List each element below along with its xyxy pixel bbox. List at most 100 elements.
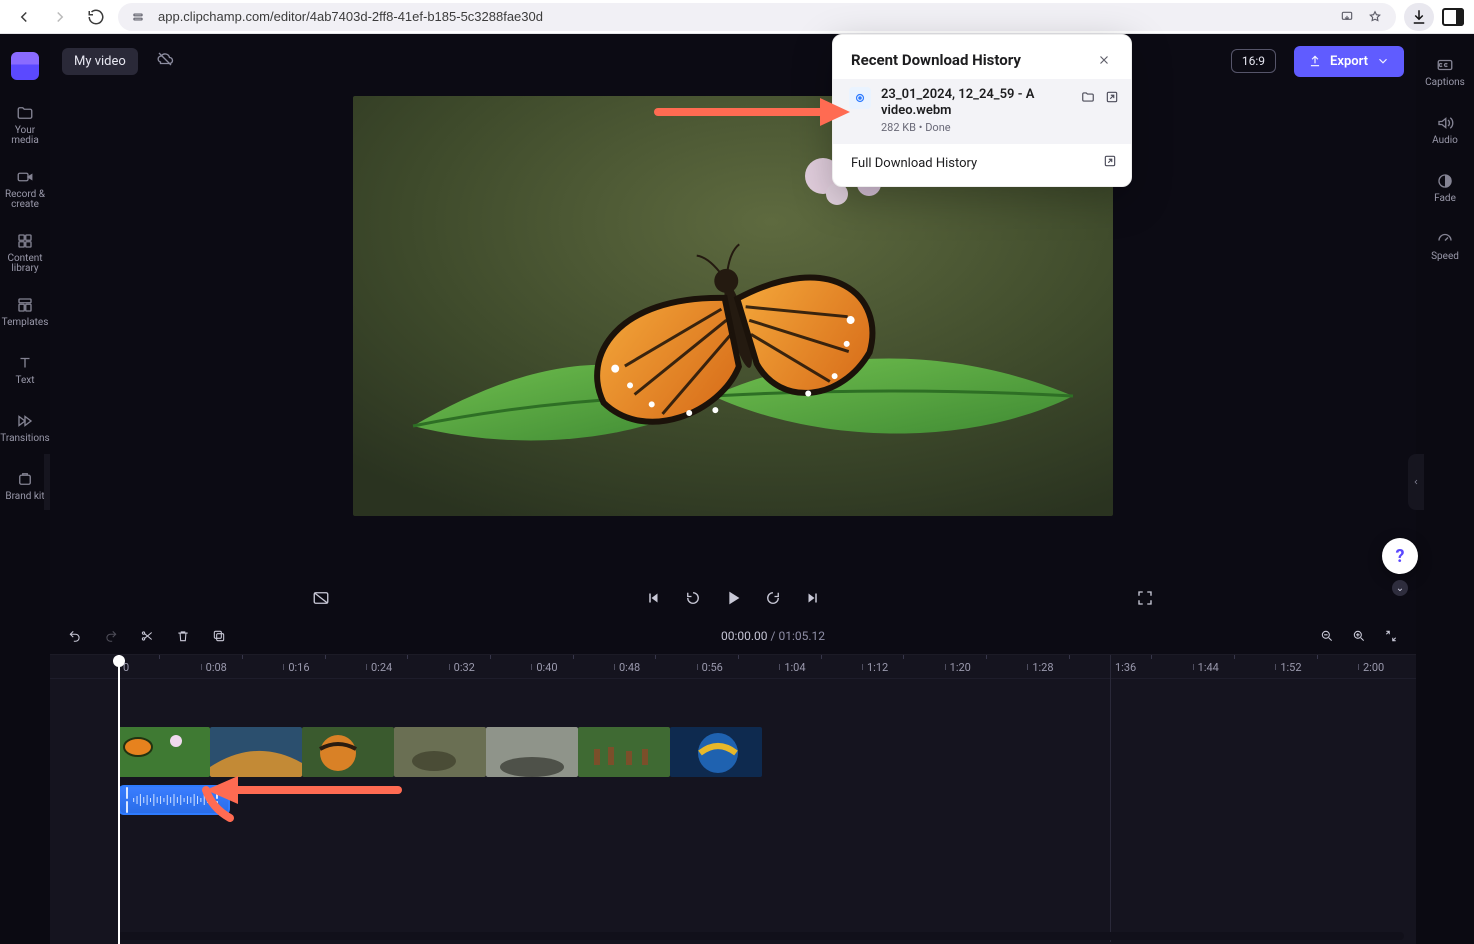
- audio-clip[interactable]: [118, 785, 230, 815]
- clip-thumbnail[interactable]: [394, 727, 486, 777]
- video-track[interactable]: [118, 727, 1416, 777]
- video-title[interactable]: My video: [62, 48, 138, 75]
- side-panel-toggle[interactable]: [1442, 8, 1464, 26]
- sidebar-item-captions[interactable]: Captions: [1416, 52, 1474, 96]
- ruler-tick: 1:44: [1193, 655, 1219, 679]
- play-button[interactable]: [722, 587, 744, 609]
- playhead[interactable]: [118, 655, 120, 944]
- ruler-tick: 1:12: [862, 655, 888, 679]
- fit-timeline-button[interactable]: [1380, 625, 1402, 647]
- ruler-minor-tick: [242, 655, 243, 679]
- ruler-label: 1:44: [1198, 661, 1219, 674]
- sidebar-item-templates[interactable]: Templates: [0, 292, 50, 336]
- timeline-floor: [118, 932, 1404, 940]
- ruler-tick: 1:36: [1110, 655, 1136, 679]
- edit-toolbar: 00:00.00 / 01:05.12: [50, 618, 1416, 654]
- sidebar-item-label: Audio: [1432, 136, 1458, 146]
- timeline[interactable]: 00:080:160:240:320:400:480:561:041:121:2…: [50, 654, 1416, 944]
- ruler-tick: 1:52: [1275, 655, 1301, 679]
- sidebar-item-record[interactable]: Record & create: [0, 164, 50, 214]
- undo-button[interactable]: [64, 625, 86, 647]
- download-size: 282 KB: [881, 121, 916, 134]
- clip-thumbnail[interactable]: [118, 727, 210, 777]
- delete-button[interactable]: [172, 625, 194, 647]
- ruler-tick: 0:40: [531, 655, 557, 679]
- zoom-out-button[interactable]: [1316, 625, 1338, 647]
- skip-next-icon[interactable]: [802, 587, 824, 609]
- current-time: 00:00.00: [721, 629, 768, 643]
- sidebar-item-text[interactable]: Text: [0, 350, 50, 394]
- tracks: [50, 681, 1416, 944]
- sidebar-item-label: Your media: [2, 126, 48, 146]
- clip-thumbnail[interactable]: [210, 727, 302, 777]
- clip-thumbnail[interactable]: [578, 727, 670, 777]
- fullscreen-icon[interactable]: [1134, 587, 1156, 609]
- cloud-off-icon[interactable]: [156, 50, 174, 72]
- sidebar-item-your-media[interactable]: Your media: [0, 100, 50, 150]
- ruler-tick: 2:00: [1358, 655, 1384, 679]
- ruler-tick: 0:56: [697, 655, 723, 679]
- sidebar-item-label: Brand kit: [5, 492, 44, 502]
- reload-button[interactable]: [82, 3, 110, 31]
- sidebar-item-label: Speed: [1431, 252, 1459, 262]
- ruler-label: 1:12: [867, 661, 888, 674]
- clip-thumbnail[interactable]: [670, 727, 762, 777]
- export-label: Export: [1330, 54, 1368, 69]
- help-fab[interactable]: [1382, 538, 1418, 574]
- site-info-icon[interactable]: [128, 7, 148, 27]
- ruler-tick: 1:20: [945, 655, 971, 679]
- ruler-label: 0:40: [536, 661, 557, 674]
- downloads-popover: Recent Download History 23_01_2024, 12_2…: [832, 34, 1132, 187]
- downloads-button[interactable]: [1404, 3, 1434, 31]
- show-in-folder-icon[interactable]: [1081, 89, 1095, 108]
- picture-off-icon[interactable]: [310, 587, 332, 609]
- full-download-history-link[interactable]: Full Download History: [833, 144, 1131, 186]
- close-icon[interactable]: [1093, 49, 1115, 71]
- ruler-tick: 0:48: [614, 655, 640, 679]
- downloads-title: Recent Download History: [851, 51, 1021, 69]
- ruler-label: 1:20: [950, 661, 971, 674]
- editor-topbar: My video 16:9 Export: [50, 34, 1416, 88]
- open-external-icon[interactable]: [1103, 154, 1117, 172]
- clipchamp-logo-icon[interactable]: [11, 52, 39, 80]
- right-panel-expand-icon[interactable]: [1408, 454, 1424, 510]
- export-button[interactable]: Export: [1294, 46, 1404, 77]
- ruler-tick: 1:04: [779, 655, 805, 679]
- clip-handle-right[interactable]: [216, 787, 222, 813]
- sidebar-item-transitions[interactable]: Transitions: [0, 408, 50, 452]
- bookmark-star-icon[interactable]: [1364, 6, 1386, 28]
- ruler-label: 0:56: [702, 661, 723, 674]
- ruler-minor-tick: [325, 655, 326, 679]
- address-bar[interactable]: [118, 3, 1396, 31]
- url-input[interactable]: [156, 8, 1328, 25]
- redo-button[interactable]: [100, 625, 122, 647]
- ruler-label: 1:28: [1032, 661, 1053, 674]
- rewind-5-icon[interactable]: [682, 587, 704, 609]
- ruler-minor-tick: [903, 655, 904, 679]
- right-sidebar: Captions Audio Fade Speed: [1416, 34, 1474, 944]
- open-external-icon[interactable]: [1105, 89, 1119, 108]
- sidebar-item-brand-kit[interactable]: Brand kit: [0, 466, 50, 510]
- timeline-ruler[interactable]: 00:080:160:240:320:400:480:561:041:121:2…: [50, 655, 1416, 679]
- clip-thumbnail[interactable]: [302, 727, 394, 777]
- ruler-minor-tick: [1151, 655, 1152, 679]
- clip-thumbnail[interactable]: [486, 727, 578, 777]
- sidebar-item-speed[interactable]: Speed: [1416, 226, 1474, 270]
- forward-5-icon[interactable]: [762, 587, 784, 609]
- sidebar-item-audio[interactable]: Audio: [1416, 110, 1474, 154]
- zoom-in-button[interactable]: [1348, 625, 1370, 647]
- download-item[interactable]: 23_01_2024, 12_24_59 - A video.webm 282 …: [833, 79, 1131, 144]
- aspect-ratio-dropdown[interactable]: 16:9: [1231, 49, 1276, 73]
- sidebar-item-content-library[interactable]: Content library: [0, 228, 50, 278]
- sidebar-item-label: Templates: [2, 318, 49, 328]
- skip-prev-icon[interactable]: [642, 587, 664, 609]
- nav-forward-button[interactable]: [46, 3, 74, 31]
- nav-back-button[interactable]: [10, 3, 38, 31]
- install-app-icon[interactable]: [1336, 6, 1358, 28]
- ruler-tick: 0:08: [201, 655, 227, 679]
- sidebar-item-fade[interactable]: Fade: [1416, 168, 1474, 212]
- split-button[interactable]: [136, 625, 158, 647]
- ruler-label: 2:00: [1363, 661, 1384, 674]
- duplicate-button[interactable]: [208, 625, 230, 647]
- help-caret-icon[interactable]: ⌄: [1392, 580, 1408, 596]
